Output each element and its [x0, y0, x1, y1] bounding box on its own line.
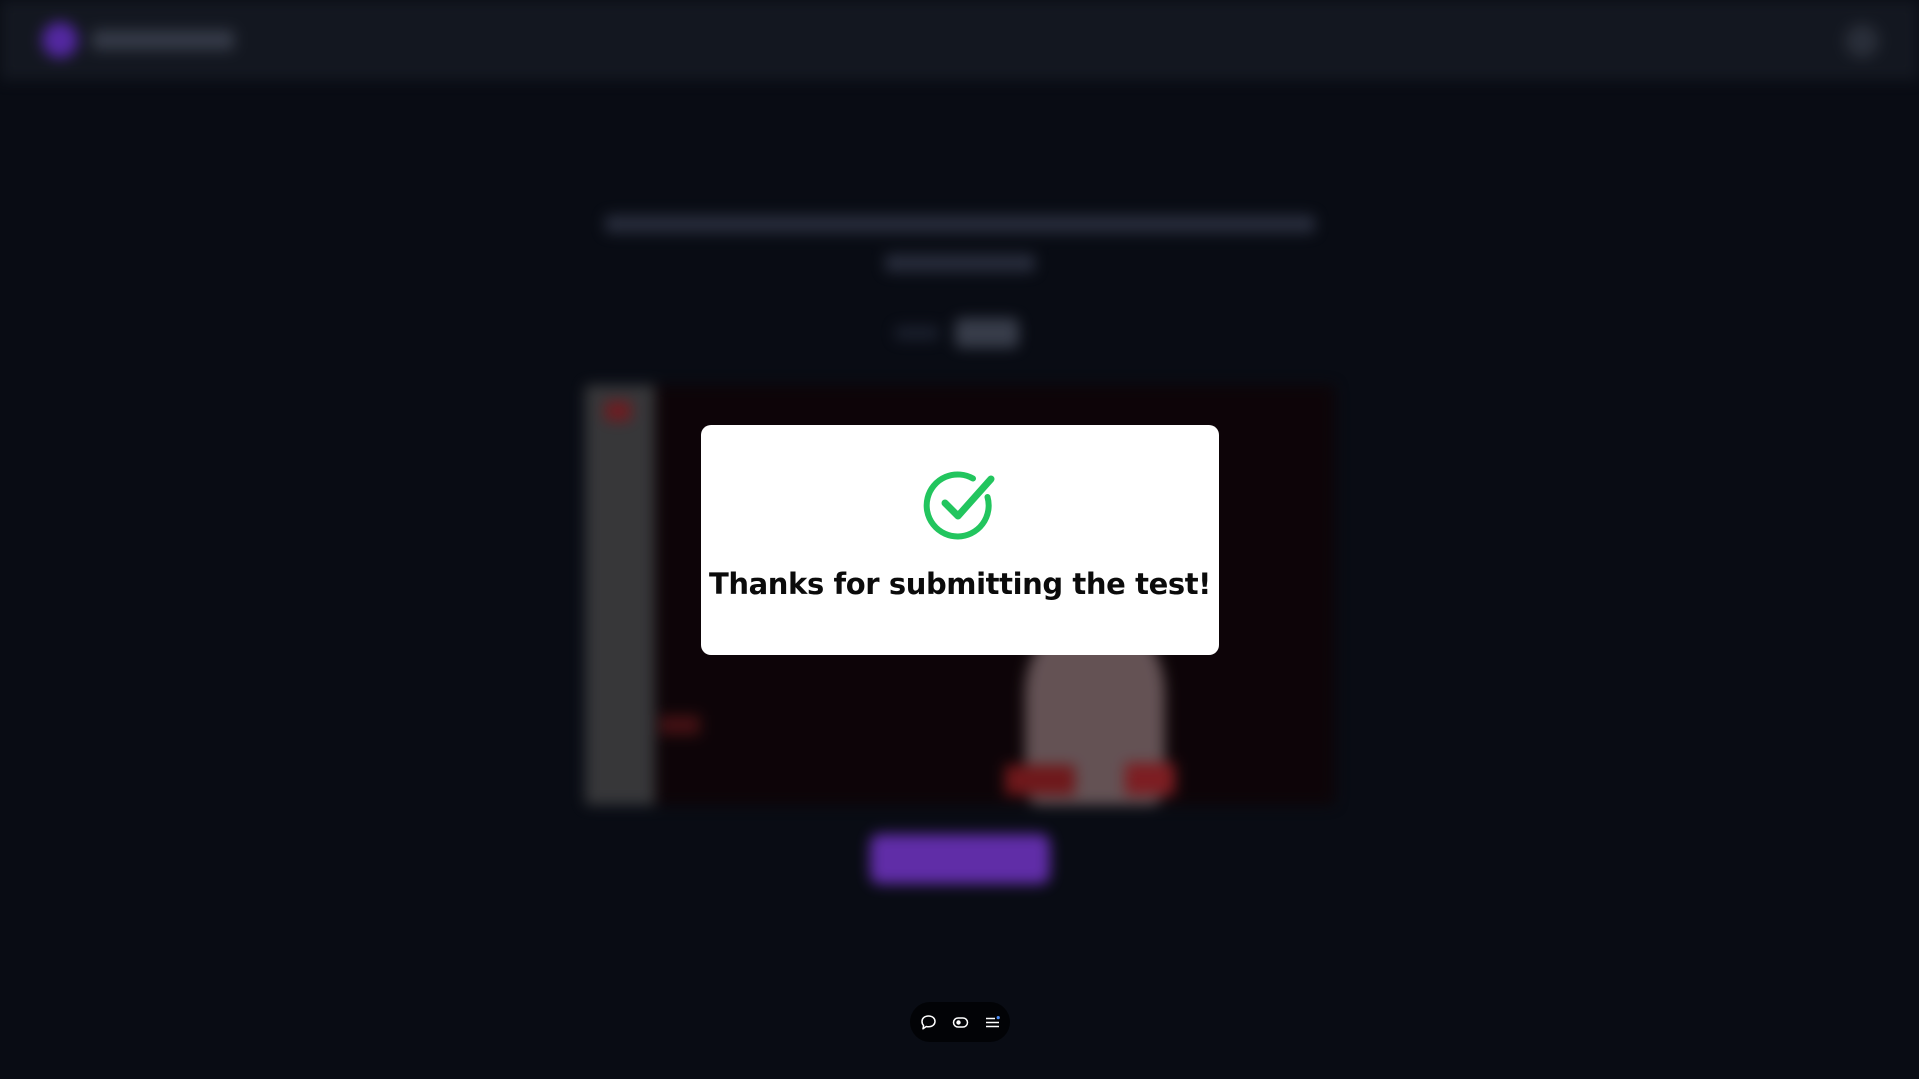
video-shape — [1125, 763, 1175, 795]
top-navigation-bar — [0, 0, 1919, 80]
logo-wordmark — [92, 30, 234, 50]
camera-toggle-button[interactable] — [949, 1011, 971, 1033]
video-sidebar-marker — [605, 401, 631, 421]
video-sidebar — [585, 385, 655, 805]
floating-toolbar — [910, 1002, 1010, 1042]
blurred-heading-line-1 — [605, 215, 1315, 233]
camera-toggle-icon — [952, 1016, 968, 1028]
profile-avatar — [1845, 24, 1879, 58]
modal-title: Thanks for submitting the test! — [709, 567, 1211, 601]
success-modal: Thanks for submitting the test! — [701, 425, 1219, 655]
blurred-heading-line-2 — [885, 254, 1035, 272]
check-circle-icon — [923, 471, 995, 540]
chat-bubble-icon — [920, 1014, 936, 1030]
blurred-submit-button — [870, 834, 1050, 884]
video-shape — [660, 715, 700, 735]
blurred-label — [895, 326, 939, 340]
video-shape — [1005, 765, 1075, 795]
list-menu-icon — [985, 1015, 1000, 1027]
chat-button[interactable] — [917, 1011, 939, 1033]
blurred-timer-pill — [955, 318, 1019, 348]
logo-icon — [42, 22, 78, 58]
menu-button[interactable] — [981, 1011, 1003, 1033]
